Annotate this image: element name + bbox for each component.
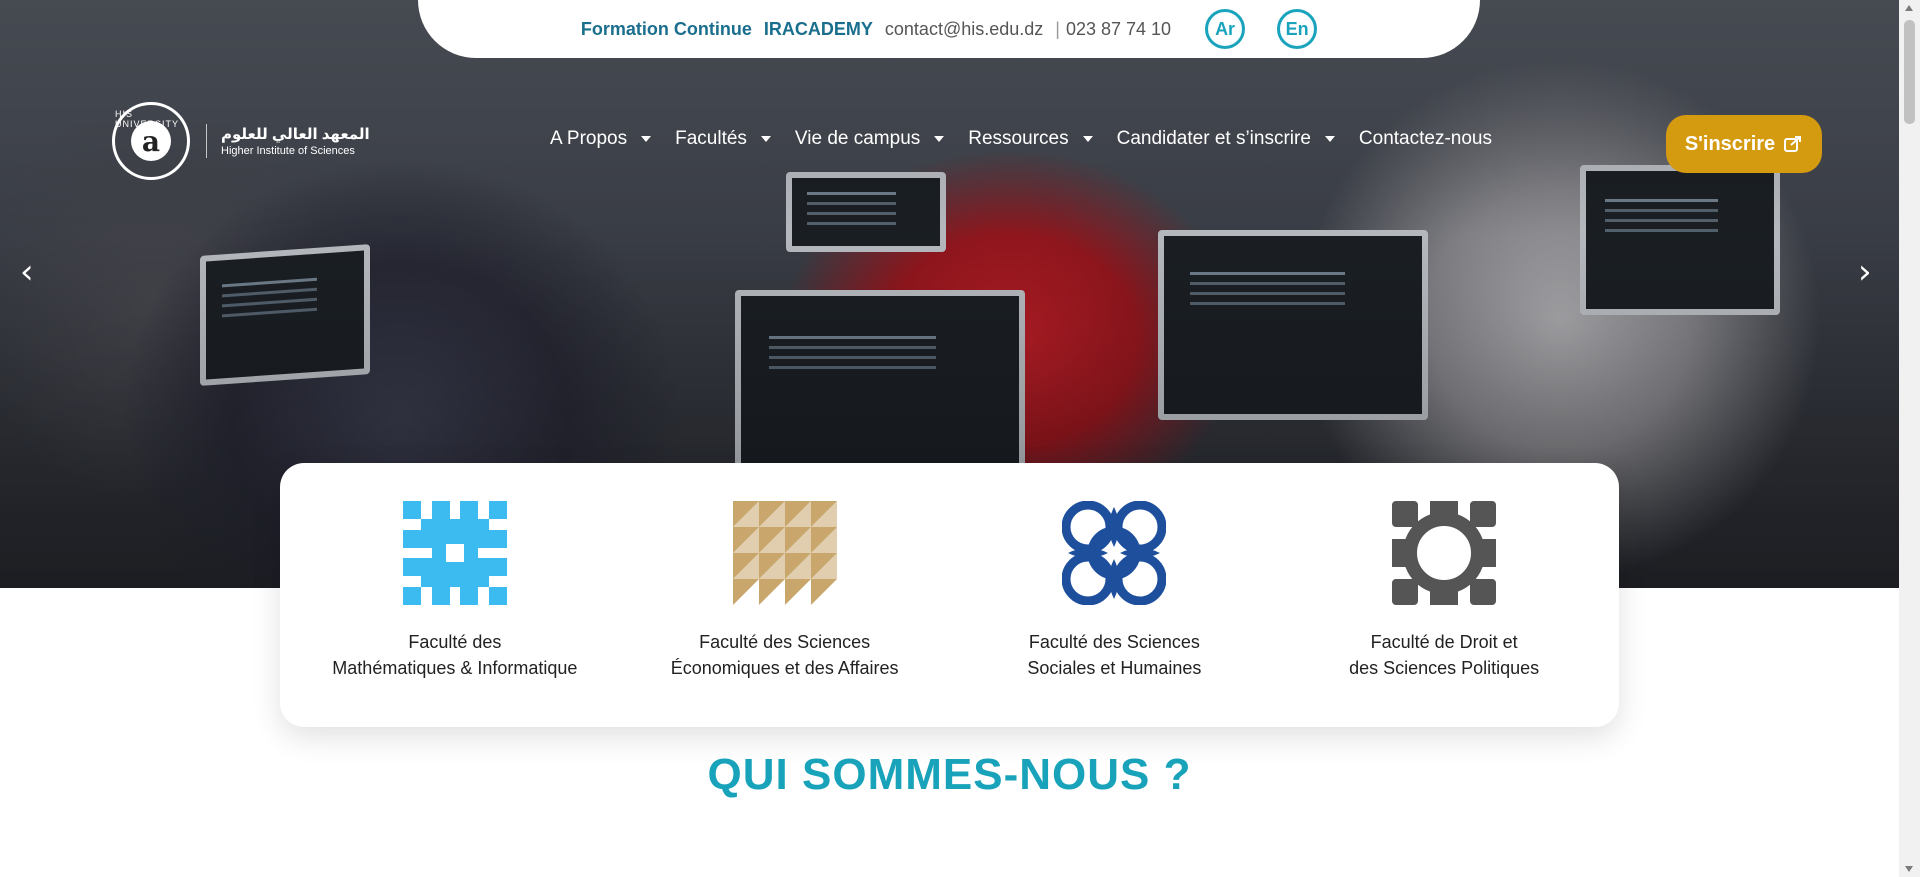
- faculty-name: Faculté des Sciences Sociales et Humaine…: [1027, 629, 1201, 681]
- nav-item-vie-de-campus[interactable]: Vie de campus: [794, 128, 945, 150]
- chevron-left-icon: ‹: [20, 252, 34, 292]
- faculty-droit-sciences-politiques[interactable]: Faculté de Droit et des Sciences Politiq…: [1294, 501, 1594, 727]
- nav-item-label: Contactez-nous: [1358, 128, 1492, 149]
- faculty-name-line: Faculté de Droit et: [1370, 632, 1518, 652]
- iracademy-link[interactable]: IRACADEMY: [764, 19, 873, 40]
- faculty-name-line: Mathématiques & Informatique: [332, 658, 578, 678]
- caret-down-icon: [1082, 136, 1093, 142]
- faculty-name: Faculté des Mathématiques & Informatique: [332, 629, 577, 681]
- globe-icon: En: [1285, 18, 1309, 39]
- faculty-name: Faculté de Droit et des Sciences Politiq…: [1349, 629, 1539, 681]
- scrollbar-thumb[interactable]: [1904, 20, 1915, 124]
- nav-item-label: Vie de campus: [794, 128, 921, 149]
- nav-item-label: A Propos: [550, 128, 628, 149]
- logo-emblem: HIS UNIVERSITY a: [112, 102, 190, 180]
- interlocking-circles-pattern-icon: [1062, 501, 1167, 605]
- nav-item-a-propos[interactable]: A Propos: [550, 128, 652, 150]
- language-arabic-button[interactable]: Ar: [1205, 9, 1246, 49]
- top-contact-bar: Formation Continue IRACADEMY contact@his…: [418, 0, 1480, 58]
- nav-item-facultes[interactable]: Facultés: [675, 128, 771, 150]
- carousel-next-button[interactable]: ›: [1858, 252, 1872, 292]
- logo-ring-text: HIS UNIVERSITY: [115, 109, 180, 129]
- nav-item-label: Candidater et s’inscrire: [1116, 128, 1311, 149]
- logo-arabic-name: المعهد العالي للعلوم: [221, 126, 370, 143]
- nav-item-label: Facultés: [675, 128, 747, 149]
- faculty-sciences-sociales[interactable]: Faculté des Sciences Sociales et Humaine…: [964, 501, 1264, 727]
- caret-down-icon: [934, 136, 945, 142]
- caret-down-icon: [1324, 136, 1335, 142]
- faculty-name-line: Faculté des Sciences: [1028, 632, 1200, 652]
- faculty-name-line: Faculté des: [408, 632, 502, 652]
- language-english-button[interactable]: En: [1277, 9, 1318, 49]
- cta-label: S'inscrire: [1684, 132, 1776, 155]
- carousel-prev-button[interactable]: ‹: [20, 252, 34, 292]
- faculty-name-line: Sociales et Humaines: [1027, 658, 1202, 678]
- triangle-grid-pattern-icon: [732, 501, 837, 605]
- contact-email-link[interactable]: contact@his.edu.dz: [885, 19, 1043, 40]
- faculty-name: Faculté des Sciences Économiques et des …: [671, 629, 899, 681]
- logo-divider: [206, 124, 207, 158]
- gear-ring-pattern-icon: [1392, 501, 1497, 605]
- nav-item-candidater[interactable]: Candidater et s’inscrire: [1117, 128, 1335, 150]
- caret-down-icon: [760, 136, 771, 142]
- caret-down-icon: [641, 136, 652, 142]
- faculties-card: Faculté des Mathématiques & Informatique…: [280, 463, 1619, 727]
- page-scrollbar[interactable]: [1899, 0, 1920, 877]
- scroll-up-arrow-icon[interactable]: [1905, 5, 1913, 11]
- logo-wordmark: المعهد العالي للعلوم Higher Institute of…: [221, 125, 370, 157]
- site-logo[interactable]: HIS UNIVERSITY a المعهد العالي للعلوم Hi…: [112, 102, 370, 180]
- contact-separator: |: [1055, 18, 1060, 39]
- contact-phone[interactable]: 023 87 74 10: [1066, 19, 1171, 40]
- scroll-down-arrow-icon[interactable]: [1905, 866, 1913, 872]
- section-title-qui-sommes-nous: QUI SOMMES-NOUS ?: [707, 750, 1192, 799]
- nav-item-contactez-nous[interactable]: Contactez-nous: [1359, 128, 1492, 150]
- globe-icon: Ar: [1215, 18, 1236, 39]
- pixel-cross-pattern-icon: [402, 501, 507, 605]
- faculty-name-line: Faculté des Sciences: [699, 632, 871, 652]
- chevron-right-icon: ›: [1858, 252, 1872, 292]
- nav-item-ressources[interactable]: Ressources: [968, 128, 1093, 150]
- faculty-sciences-economiques[interactable]: Faculté des Sciences Économiques et des …: [635, 501, 935, 727]
- sinscrire-button[interactable]: S'inscrire: [1666, 115, 1822, 173]
- faculty-name-line: des Sciences Politiques: [1349, 658, 1540, 678]
- formation-continue-link[interactable]: Formation Continue: [581, 19, 752, 40]
- faculty-name-line: Économiques et des Affaires: [670, 658, 899, 678]
- external-share-icon: [1784, 136, 1802, 152]
- logo-english-name: Higher Institute of Sciences: [221, 145, 355, 157]
- faculty-maths-informatique[interactable]: Faculté des Mathématiques & Informatique: [305, 501, 605, 727]
- main-nav: A Propos Facultés Vie de campus Ressourc…: [550, 128, 1492, 150]
- nav-item-label: Ressources: [968, 128, 1069, 149]
